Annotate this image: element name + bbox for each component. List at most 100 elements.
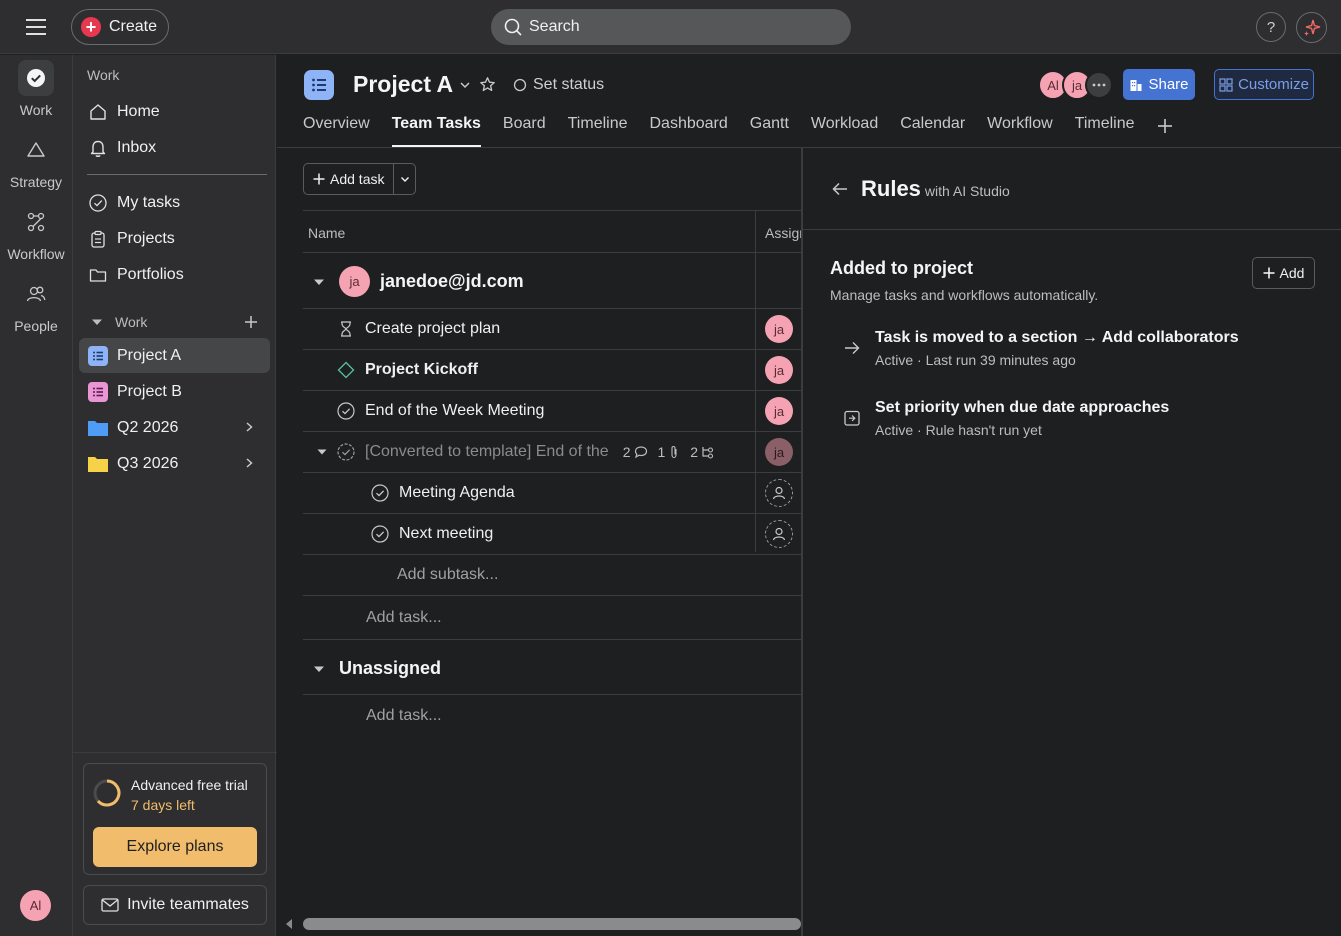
sidebar-item-q2-2026[interactable]: Q2 2026 bbox=[79, 410, 270, 445]
subtask-name[interactable]: Meeting Agenda bbox=[399, 484, 515, 502]
rail-item-strategy[interactable]: Strategy bbox=[0, 132, 72, 190]
add-tab-button[interactable] bbox=[1157, 115, 1173, 147]
tab-board[interactable]: Board bbox=[503, 115, 546, 147]
tab-timeline-2[interactable]: Timeline bbox=[1075, 115, 1135, 147]
unassigned-avatar-icon[interactable] bbox=[765, 479, 793, 507]
subtask-name[interactable]: Next meeting bbox=[399, 525, 493, 543]
sidebar-item-my-tasks[interactable]: My tasks bbox=[79, 185, 270, 220]
assignee-avatar[interactable]: ja bbox=[765, 397, 793, 425]
create-button[interactable]: + Create bbox=[71, 9, 169, 45]
triangle-icon bbox=[18, 132, 54, 168]
add-subtask-link[interactable]: Add subtask... bbox=[397, 566, 498, 584]
table-row[interactable]: End of the Week Meeting ja bbox=[303, 391, 801, 432]
add-rule-button[interactable]: Add bbox=[1252, 257, 1315, 289]
task-name[interactable]: End of the Week Meeting bbox=[365, 402, 544, 420]
task-name[interactable]: [Converted to template] End of the bbox=[365, 443, 609, 461]
group-unassigned[interactable]: Unassigned bbox=[311, 658, 441, 679]
add-project-button[interactable] bbox=[243, 314, 259, 330]
add-task-button[interactable]: Add task bbox=[303, 163, 416, 195]
status-circle-icon bbox=[513, 78, 527, 92]
tab-timeline[interactable]: Timeline bbox=[568, 115, 628, 147]
sidebar-item-inbox[interactable]: Inbox bbox=[79, 130, 270, 165]
check-circle-dashed-icon[interactable] bbox=[337, 443, 355, 461]
check-circle-icon[interactable] bbox=[371, 484, 389, 502]
set-status-button[interactable]: Set status bbox=[513, 76, 604, 94]
task-name[interactable]: Create project plan bbox=[365, 320, 500, 338]
sidebar-item-portfolios[interactable]: Portfolios bbox=[79, 257, 270, 292]
sidebar-section-work[interactable]: Work bbox=[89, 314, 147, 330]
help-icon: ? bbox=[1266, 18, 1276, 36]
rule-title: Set priority when due date approaches bbox=[875, 399, 1170, 416]
hamburger-menu-icon[interactable] bbox=[24, 16, 48, 38]
table-row[interactable]: Project Kickoff ja bbox=[303, 350, 801, 391]
clipboard-icon bbox=[87, 228, 109, 250]
sidebar-item-project-a[interactable]: Project A bbox=[79, 338, 270, 373]
milestone-diamond-icon[interactable] bbox=[337, 361, 355, 379]
add-task-link[interactable]: Add task... bbox=[366, 609, 442, 627]
share-label: Share bbox=[1148, 76, 1189, 93]
sidebar-item-home[interactable]: Home bbox=[79, 94, 270, 129]
assignee-avatar[interactable]: ja bbox=[765, 438, 793, 466]
assignee-avatar[interactable]: ja bbox=[765, 356, 793, 384]
add-task-link[interactable]: Add task... bbox=[366, 707, 442, 725]
ai-sparkle-button[interactable] bbox=[1296, 12, 1327, 43]
scroll-left-icon[interactable] bbox=[283, 918, 295, 930]
help-button[interactable]: ? bbox=[1256, 12, 1286, 42]
rule-title: Task is moved to a section → Add collabo… bbox=[875, 329, 1239, 346]
check-circle-icon[interactable] bbox=[371, 525, 389, 543]
plus-icon bbox=[1157, 119, 1172, 133]
tab-dashboard[interactable]: Dashboard bbox=[650, 115, 728, 147]
user-avatar[interactable]: Al bbox=[20, 890, 51, 921]
tab-workload[interactable]: Workload bbox=[811, 115, 878, 147]
sidebar: Work Home Inbox My tasks Projects Portfo… bbox=[72, 55, 277, 936]
add-task-row[interactable]: Add task... bbox=[303, 596, 801, 640]
sidebar-item-projects[interactable]: Projects bbox=[79, 221, 270, 256]
tab-overview[interactable]: Overview bbox=[303, 115, 370, 147]
column-name[interactable]: Name bbox=[308, 225, 345, 241]
scrollbar-thumb[interactable] bbox=[303, 918, 801, 930]
mail-icon bbox=[101, 898, 119, 912]
avatar-initials: Al bbox=[29, 898, 42, 913]
share-button[interactable]: Share bbox=[1123, 69, 1195, 100]
group-janedoe[interactable]: ja janedoe@jd.com bbox=[311, 266, 524, 297]
table-row[interactable]: Create project plan ja bbox=[303, 309, 801, 350]
tab-workflow[interactable]: Workflow bbox=[987, 115, 1053, 147]
caret-down-icon bbox=[314, 666, 324, 672]
back-arrow-icon[interactable] bbox=[831, 180, 849, 198]
customize-button[interactable]: Customize bbox=[1214, 69, 1314, 100]
project-title[interactable]: Project A bbox=[353, 71, 453, 98]
caret-down-icon[interactable] bbox=[315, 445, 329, 459]
subtask-row[interactable]: Next meeting bbox=[303, 514, 801, 555]
more-members-button[interactable] bbox=[1085, 71, 1113, 99]
sidebar-item-q3-2026[interactable]: Q3 2026 bbox=[79, 446, 270, 481]
hourglass-icon[interactable] bbox=[337, 320, 355, 338]
list-icon bbox=[88, 345, 108, 366]
explore-plans-button[interactable]: Explore plans bbox=[93, 827, 257, 867]
unassigned-avatar-icon[interactable] bbox=[765, 520, 793, 548]
sidebar-item-project-b[interactable]: Project B bbox=[79, 374, 270, 409]
customize-label: Customize bbox=[1238, 76, 1309, 93]
check-circle-icon bbox=[87, 192, 109, 214]
star-icon[interactable] bbox=[479, 76, 496, 93]
tab-team-tasks[interactable]: Team Tasks bbox=[391, 115, 482, 147]
tab-gantt[interactable]: Gantt bbox=[750, 115, 789, 147]
add-task-dropdown[interactable] bbox=[394, 173, 415, 185]
chevron-down-icon[interactable] bbox=[458, 78, 472, 92]
assignee-avatar[interactable]: ja bbox=[765, 315, 793, 343]
added-section-subtitle: Manage tasks and workflows automatically… bbox=[830, 287, 1099, 303]
rail-item-work[interactable]: Work bbox=[0, 60, 72, 118]
horizontal-scrollbar[interactable] bbox=[283, 915, 801, 933]
tab-calendar[interactable]: Calendar bbox=[900, 115, 965, 147]
table-row[interactable]: [Converted to template] End of the 2 1 2… bbox=[303, 432, 801, 473]
search-input[interactable]: Search bbox=[491, 9, 851, 45]
rail-item-workflow[interactable]: Workflow bbox=[0, 204, 72, 262]
rail-item-people[interactable]: People bbox=[0, 276, 72, 334]
invite-teammates-button[interactable]: Invite teammates bbox=[83, 885, 267, 925]
check-circle-icon[interactable] bbox=[337, 402, 355, 420]
add-task-main[interactable]: Add task bbox=[304, 164, 395, 194]
sidebar-item-label: Portfolios bbox=[117, 265, 184, 283]
task-name[interactable]: Project Kickoff bbox=[365, 361, 478, 379]
subtask-row[interactable]: Meeting Agenda bbox=[303, 473, 801, 514]
chevron-right-icon bbox=[246, 458, 253, 468]
add-subtask-row[interactable]: Add subtask... bbox=[303, 555, 801, 596]
